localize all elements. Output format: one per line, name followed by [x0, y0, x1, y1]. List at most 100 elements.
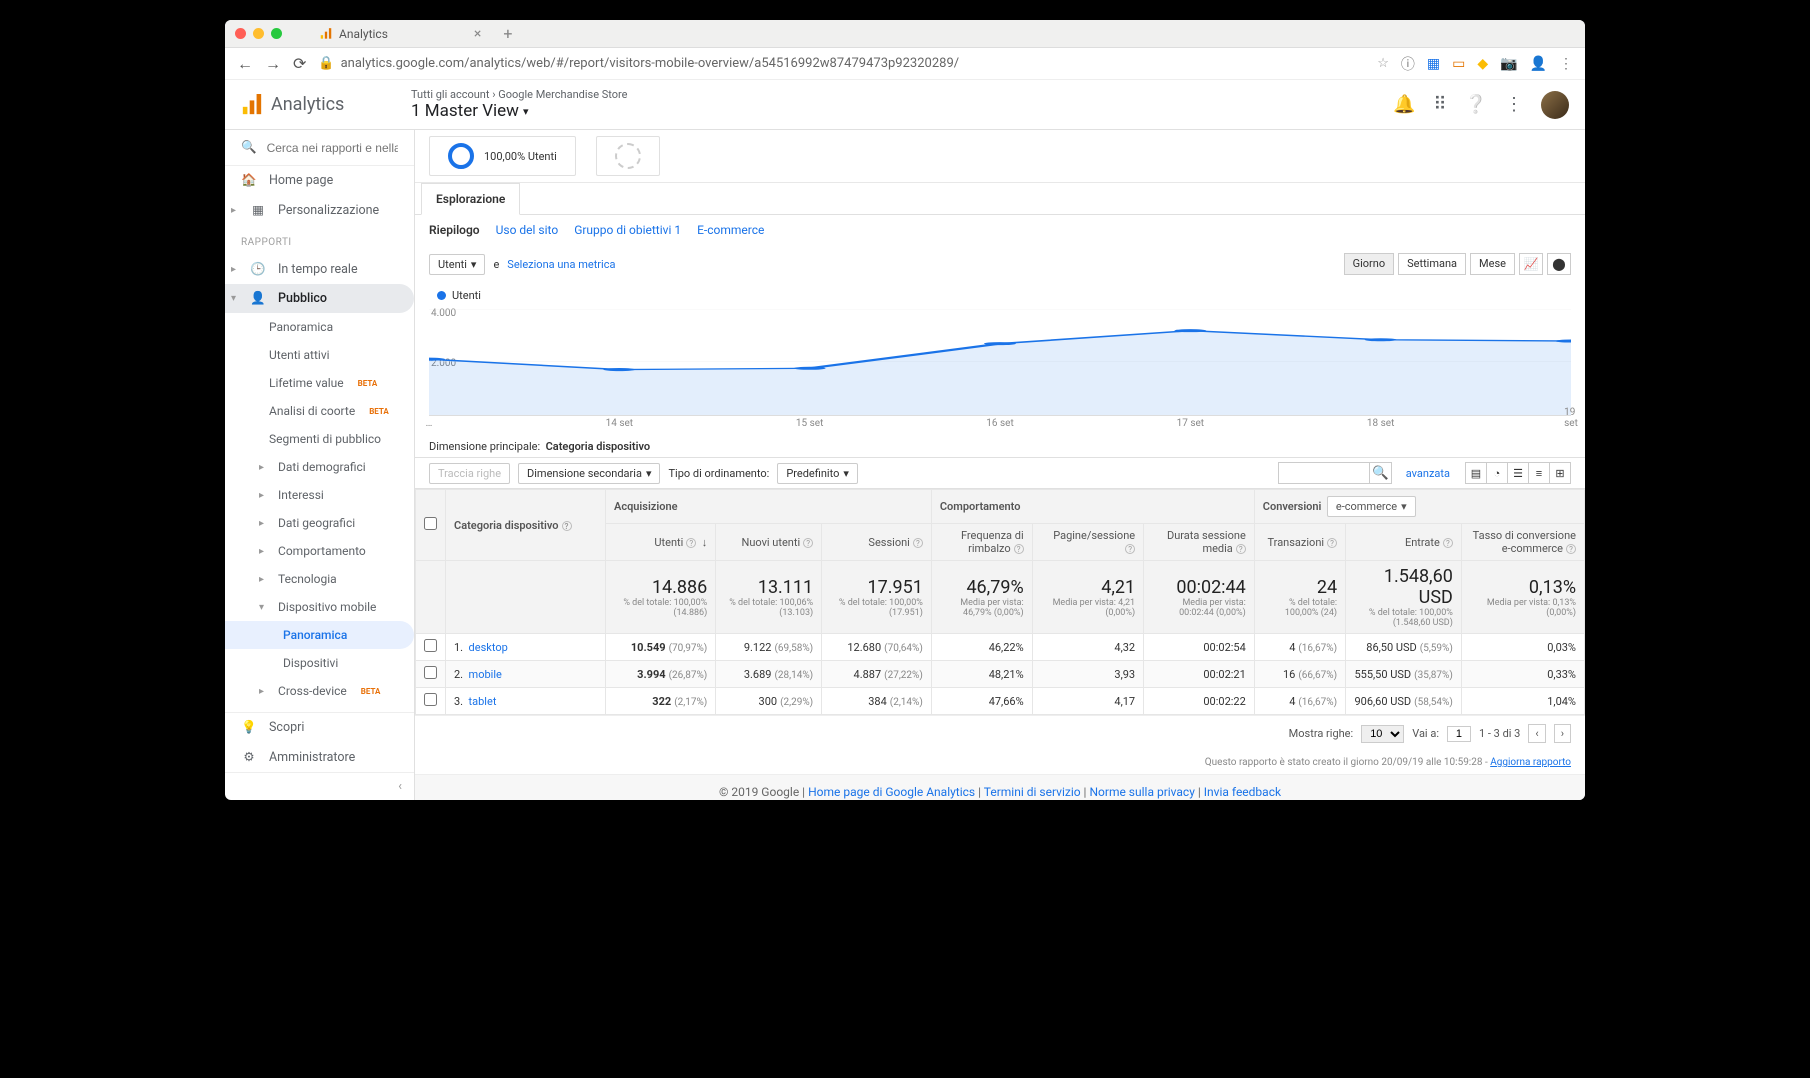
apps-icon[interactable]: ⠿: [1433, 94, 1446, 115]
prev-page-button[interactable]: ‹: [1528, 724, 1545, 743]
back-icon[interactable]: ←: [237, 54, 253, 74]
col-pages[interactable]: Pagine/sessione?: [1032, 524, 1143, 561]
minimize-window-icon[interactable]: [253, 28, 264, 39]
col-new-users[interactable]: Nuovi utenti?: [716, 524, 822, 561]
page-input[interactable]: [1447, 726, 1471, 742]
browser-tab[interactable]: Analytics ×: [309, 22, 491, 46]
subtab-ecommerce[interactable]: E-commerce: [697, 223, 764, 237]
view-pie-icon[interactable]: ◔: [1486, 462, 1508, 484]
subtab-summary[interactable]: Riepilogo: [429, 223, 480, 237]
secondary-dimension-button[interactable]: Dimensione secondaria ▾: [518, 463, 660, 484]
footer-link-feedback[interactable]: Invia feedback: [1204, 785, 1281, 799]
col-sessions[interactable]: Sessioni?: [822, 524, 932, 561]
time-week-button[interactable]: Settimana: [1398, 253, 1466, 275]
rows-per-page-select[interactable]: 10: [1361, 725, 1404, 743]
view-pivot-icon[interactable]: ⊞: [1549, 462, 1571, 484]
conversion-selector[interactable]: e-commerce ▾: [1327, 496, 1416, 517]
footer-link-privacy[interactable]: Norme sulla privacy: [1089, 785, 1194, 799]
star-icon[interactable]: ☆: [1377, 56, 1389, 71]
refresh-report-link[interactable]: Aggiorna rapporto: [1490, 757, 1571, 768]
row-checkbox[interactable]: [424, 693, 437, 706]
select-all-checkbox[interactable]: [424, 517, 437, 530]
maximize-window-icon[interactable]: [271, 28, 282, 39]
breadcrumb[interactable]: Tutti gli account › Google Merchandise S…: [411, 88, 628, 101]
row-checkbox[interactable]: [424, 666, 437, 679]
sidebar-item-audiences[interactable]: Segmenti di pubblico: [225, 425, 414, 453]
sidebar-item-lifetime[interactable]: Lifetime valueBETA: [225, 369, 414, 397]
close-window-icon[interactable]: [235, 28, 246, 39]
forward-icon[interactable]: →: [265, 54, 281, 74]
sort-type-button[interactable]: Predefinito ▾: [777, 463, 858, 484]
sidebar-audience[interactable]: 👤Pubblico: [225, 284, 414, 313]
sidebar-admin[interactable]: ⚙Amministratore: [225, 742, 414, 772]
extension-icon[interactable]: ▦: [1427, 56, 1440, 72]
next-page-button[interactable]: ›: [1554, 724, 1571, 743]
col-conv-rate[interactable]: Tasso di conversione e-commerce?: [1461, 524, 1584, 561]
notifications-icon[interactable]: 🔔: [1393, 94, 1415, 115]
col-revenue[interactable]: Entrate?: [1346, 524, 1462, 561]
sidebar-customization[interactable]: ▦Personalizzazione: [225, 195, 414, 225]
col-duration[interactable]: Durata sessione media?: [1144, 524, 1255, 561]
sidebar-item-cohort[interactable]: Analisi di coorteBETA: [225, 397, 414, 425]
col-users[interactable]: Utenti? ↓: [606, 524, 716, 561]
table-row[interactable]: 1. desktop 10.549(70,97%) 9.122(69,58%) …: [416, 634, 1585, 661]
sidebar-item-behavior[interactable]: Comportamento: [225, 537, 414, 565]
info-icon[interactable]: ⓘ: [1401, 54, 1415, 74]
row-checkbox[interactable]: [424, 639, 437, 652]
search-input[interactable]: [267, 141, 398, 155]
compare-metric-button[interactable]: Seleziona una metrica: [507, 258, 615, 271]
help-icon[interactable]: ❔: [1465, 94, 1487, 115]
primary-dimension-value[interactable]: Categoria dispositivo: [546, 440, 651, 453]
reload-icon[interactable]: ⟳: [293, 54, 306, 73]
col-bounce[interactable]: Frequenza di rimbalzo?: [931, 524, 1032, 561]
product-logo[interactable]: Analytics: [241, 94, 411, 116]
sidebar-item-mobile[interactable]: Dispositivo mobile: [225, 593, 414, 621]
add-segment-button[interactable]: [596, 136, 660, 176]
sidebar-item-demographics[interactable]: Dati demografici: [225, 453, 414, 481]
extension-icon[interactable]: ◆: [1477, 56, 1488, 72]
collapse-sidebar-button[interactable]: ‹: [225, 772, 414, 800]
sidebar-item-overview[interactable]: Panoramica: [225, 313, 414, 341]
sidebar-item-mobile-devices[interactable]: Dispositivi: [225, 649, 414, 677]
advanced-filter-button[interactable]: avanzata: [1406, 467, 1450, 480]
col-category[interactable]: Categoria dispositivo: [454, 519, 559, 532]
view-comparison-icon[interactable]: ≡: [1528, 462, 1550, 484]
subtab-site-usage[interactable]: Uso del sito: [496, 223, 559, 237]
chart-type-line-icon[interactable]: 📈: [1519, 253, 1543, 275]
menu-icon[interactable]: ⋮: [1559, 56, 1573, 72]
metric-selector[interactable]: Utenti ▾: [429, 254, 485, 275]
close-tab-icon[interactable]: ×: [474, 26, 481, 42]
sidebar-realtime[interactable]: 🕒In tempo reale: [225, 255, 414, 284]
view-performance-icon[interactable]: ☰: [1507, 462, 1529, 484]
kebab-menu-icon[interactable]: ⋮: [1505, 94, 1523, 115]
view-selector[interactable]: 1 Master View ▾: [411, 101, 628, 121]
subtab-goals[interactable]: Gruppo di obiettivi 1: [574, 223, 681, 237]
profile-icon[interactable]: 👤: [1530, 56, 1547, 72]
extension-icon[interactable]: ▭: [1452, 56, 1465, 72]
sidebar-home[interactable]: 🏠Home page: [225, 166, 414, 195]
sidebar-item-geo[interactable]: Dati geografici: [225, 509, 414, 537]
segment-all-users[interactable]: 100,00% Utenti: [429, 136, 576, 176]
new-tab-button[interactable]: +: [503, 24, 512, 43]
time-month-button[interactable]: Mese: [1470, 253, 1515, 275]
sidebar-discover[interactable]: 💡Scopri: [225, 713, 414, 742]
table-row[interactable]: 2. mobile 3.994(26,87%) 3.689(28,14%) 4.…: [416, 661, 1585, 688]
sidebar-item-mobile-overview[interactable]: Panoramica: [225, 621, 414, 649]
camera-icon[interactable]: 📷: [1500, 56, 1517, 72]
tab-explorer[interactable]: Esplorazione: [421, 183, 520, 215]
address-bar[interactable]: 🔒 analytics.google.com/analytics/web/#/r…: [318, 56, 1365, 71]
sidebar-item-interests[interactable]: Interessi: [225, 481, 414, 509]
sidebar-item-cross-device[interactable]: Cross-deviceBETA: [225, 677, 414, 705]
sidebar-search[interactable]: 🔍: [225, 130, 414, 166]
line-chart[interactable]: 4.000 2.000 …14 set15 set16 set17 set18 …: [429, 306, 1571, 416]
col-trans[interactable]: Transazioni?: [1254, 524, 1345, 561]
sidebar-item-technology[interactable]: Tecnologia: [225, 565, 414, 593]
avatar[interactable]: [1541, 91, 1569, 119]
sidebar-item-active-users[interactable]: Utenti attivi: [225, 341, 414, 369]
view-table-icon[interactable]: ▤: [1465, 462, 1487, 484]
search-button[interactable]: 🔍: [1369, 463, 1391, 483]
footer-link-home[interactable]: Home page di Google Analytics: [808, 785, 975, 799]
table-row[interactable]: 3. tablet 322(2,17%) 300(2,29%) 384(2,14…: [416, 688, 1585, 715]
time-day-button[interactable]: Giorno: [1344, 253, 1395, 275]
table-search[interactable]: 🔍: [1278, 462, 1392, 484]
